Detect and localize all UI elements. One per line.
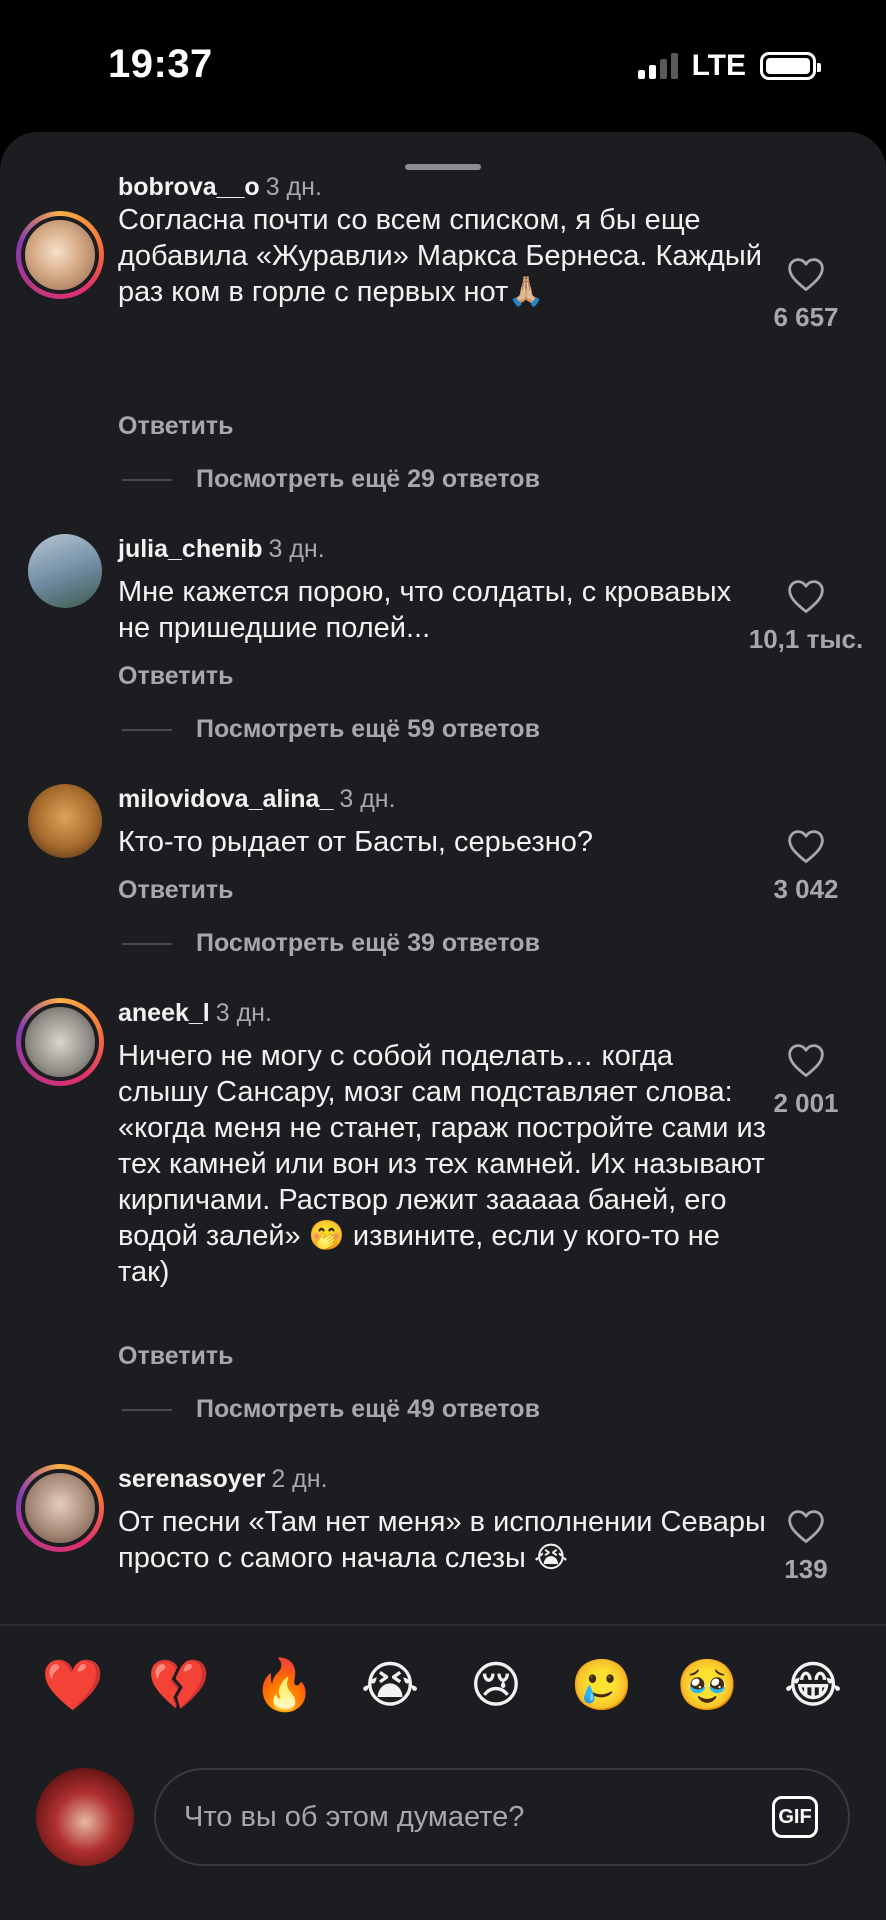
comment-time: 3 дн. xyxy=(268,535,325,563)
comment-text: Кто-то рыдает от Басты, серьезно? xyxy=(118,826,593,858)
reply-button[interactable]: Ответить xyxy=(118,412,234,441)
avatar[interactable] xyxy=(28,534,102,608)
comment-username[interactable]: serenasoyer xyxy=(118,1465,265,1493)
reply-button[interactable]: Ответить xyxy=(118,1342,234,1371)
view-replies-button[interactable]: Посмотреть ещё 49 ответов xyxy=(122,1395,540,1424)
heart-icon xyxy=(788,1510,824,1543)
comment-composer: Что вы об этом думаете? GIF xyxy=(0,1732,886,1872)
like-button[interactable]: 2 001 xyxy=(726,1042,886,1119)
like-button[interactable]: 3 042 xyxy=(726,828,886,905)
emoji-broken-heart-button[interactable]: 💔 xyxy=(144,1655,214,1715)
network-label: LTE xyxy=(691,49,746,82)
comment-time: 3 дн. xyxy=(215,999,272,1027)
comment-time: 3 дн. xyxy=(339,785,396,813)
divider xyxy=(0,1624,886,1626)
heart-icon xyxy=(788,580,824,613)
reply-button[interactable]: Ответить xyxy=(118,662,234,691)
comment-time: 3 дн. xyxy=(265,173,322,201)
comment-text: От песни «Там нет меня» в исполнении Сев… xyxy=(118,1506,766,1574)
emoji-tears-of-joy-button[interactable]: 😂 xyxy=(778,1655,848,1715)
comment-username[interactable]: bobrova__o xyxy=(118,173,260,201)
status-time: 19:37 xyxy=(108,42,213,86)
comment-username[interactable]: julia_chenib xyxy=(118,535,262,563)
sheet-grabber[interactable] xyxy=(405,164,481,170)
status-bar: 19:37 LTE xyxy=(0,0,886,130)
view-replies-button[interactable]: Посмотреть ещё 59 ответов xyxy=(122,715,540,744)
emoji-loudly-crying-button[interactable]: 😭 xyxy=(355,1655,425,1715)
like-button[interactable]: 6 657 xyxy=(726,256,886,333)
view-replies-label: Посмотреть ещё 39 ответов xyxy=(196,929,540,957)
gif-button[interactable]: GIF xyxy=(772,1796,818,1838)
emoji-fire-button[interactable]: 🔥 xyxy=(249,1655,319,1715)
comment-time: 2 дн. xyxy=(271,1465,328,1493)
comment-text: Согласна почти со всем списком, я бы еще… xyxy=(118,204,762,308)
like-count: 2 001 xyxy=(773,1088,839,1118)
emoji-smiling-tear-button[interactable]: 🥲 xyxy=(567,1655,637,1715)
like-count: 3 042 xyxy=(773,874,839,904)
comment-header: milovidova_alina_ 3 дн. xyxy=(118,784,396,814)
heart-icon xyxy=(788,1044,824,1077)
comment-text: Ничего не могу с собой поделать… когда с… xyxy=(118,1040,766,1288)
like-count: 6 657 xyxy=(773,302,839,332)
heart-icon xyxy=(788,830,824,863)
avatar[interactable] xyxy=(28,784,102,858)
status-icons: LTE xyxy=(637,48,821,84)
view-replies-label: Посмотреть ещё 49 ответов xyxy=(196,1395,540,1423)
comment-input-placeholder: Что вы об этом думаете? xyxy=(184,1800,525,1833)
comment-input[interactable]: Что вы об этом думаете? GIF xyxy=(154,1768,850,1866)
signal-icon xyxy=(637,53,678,79)
avatar[interactable] xyxy=(16,998,104,1086)
comment-header: serenasoyer 2 дн. xyxy=(118,1464,328,1494)
battery-icon xyxy=(760,52,821,80)
current-user-avatar xyxy=(36,1768,134,1866)
view-replies-button[interactable]: Посмотреть ещё 39 ответов xyxy=(122,929,540,958)
comments-sheet: bobrova__o 3 дн. Согласна почти со всем с… xyxy=(0,132,886,1920)
comment-username[interactable]: aneek_l xyxy=(118,999,210,1027)
heart-icon xyxy=(788,258,824,291)
avatar[interactable] xyxy=(16,211,104,299)
avatar[interactable] xyxy=(16,1464,104,1552)
emoji-crying-button[interactable]: 😢 xyxy=(461,1655,531,1715)
like-count: 10,1 тыс. xyxy=(748,624,864,654)
emoji-holding-back-tears-button[interactable]: 🥹 xyxy=(672,1655,742,1715)
view-replies-label: Посмотреть ещё 29 ответов xyxy=(196,465,540,493)
comment-header: bobrova__o 3 дн. xyxy=(118,172,322,202)
reply-button[interactable]: Ответить xyxy=(118,876,234,905)
comment-text: Мне кажется порою, что солдаты, с кровав… xyxy=(118,576,732,644)
emoji-reaction-bar: ❤️ 💔 🔥 😭 😢 🥲 🥹 😂 xyxy=(0,1645,886,1725)
like-count: 139 xyxy=(784,1554,828,1584)
like-button[interactable]: 10,1 тыс. xyxy=(716,578,886,655)
view-replies-label: Посмотреть ещё 59 ответов xyxy=(196,715,540,743)
comment-header: aneek_l 3 дн. xyxy=(118,998,272,1028)
comment-header: julia_chenib 3 дн. xyxy=(118,534,325,564)
gif-label: GIF xyxy=(778,1805,812,1828)
like-button[interactable]: 139 xyxy=(726,1508,886,1585)
emoji-red-heart-button[interactable]: ❤️ xyxy=(38,1655,108,1715)
view-replies-button[interactable]: Посмотреть ещё 29 ответов xyxy=(122,465,540,494)
comment-username[interactable]: milovidova_alina_ xyxy=(118,785,333,813)
